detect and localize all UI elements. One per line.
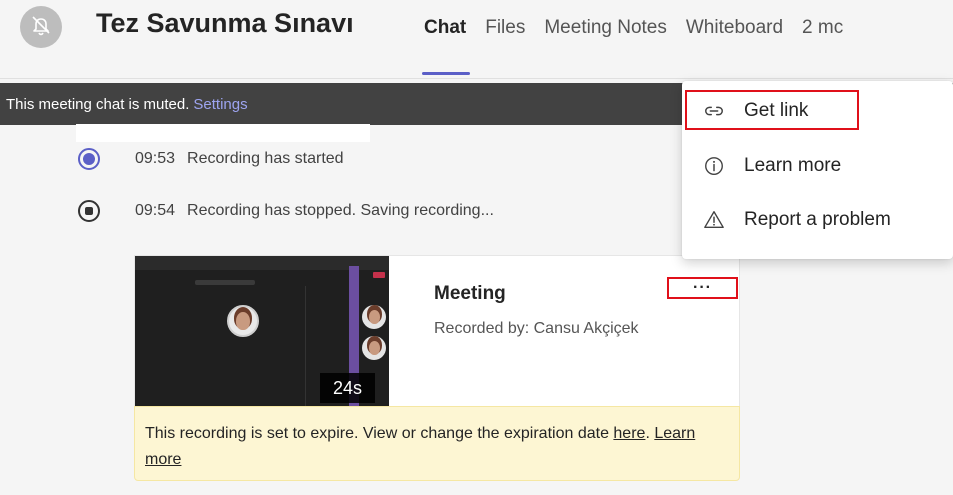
menu-item-report-problem[interactable]: Report a problem (682, 200, 953, 240)
muted-text: This meeting chat is muted. (6, 95, 190, 113)
more-options-button[interactable]: ··· (667, 277, 738, 299)
event-text: Recording has stopped. Saving recording.… (187, 202, 494, 219)
expiry-text: This recording is set to expire. View or… (145, 425, 614, 442)
bell-off-icon (29, 13, 53, 42)
thumbnail-divider (305, 286, 306, 407)
tab-whiteboard[interactable]: Whiteboard (686, 17, 783, 39)
settings-link[interactable]: Settings (193, 96, 247, 113)
tab-meeting-notes[interactable]: Meeting Notes (544, 17, 667, 39)
menu-item-label: Learn more (744, 155, 842, 176)
info-icon (702, 154, 726, 178)
participant-avatar (362, 305, 386, 329)
tab-chat[interactable]: Chat (424, 17, 466, 39)
recording-started-icon (78, 148, 100, 170)
menu-item-learn-more[interactable]: Learn more (682, 146, 953, 186)
link-icon (702, 99, 726, 123)
menu-item-label: Get link (744, 100, 809, 121)
menu-item-get-link[interactable]: Get link (682, 91, 953, 131)
thumbnail-toolbar (195, 280, 255, 285)
thumbnail-leave-button (373, 272, 385, 278)
tab-more[interactable]: 2 mc (802, 17, 843, 39)
more-icon: ··· (693, 279, 712, 296)
meeting-avatar[interactable] (20, 6, 62, 48)
event-row-stopped: 09:54 Recording has stopped. Saving reco… (78, 198, 494, 224)
tab-files[interactable]: Files (485, 17, 525, 39)
header-divider (0, 78, 953, 79)
active-tab-indicator (422, 72, 470, 75)
expiry-punct: . (645, 425, 655, 442)
participant-avatar (227, 305, 259, 337)
redaction-block (76, 124, 370, 142)
warning-icon (702, 208, 726, 232)
menu-item-label: Report a problem (744, 209, 891, 230)
here-link[interactable]: here (613, 425, 645, 442)
duration-badge: 24s (320, 373, 375, 403)
meeting-title: Tez Savunma Sınavı (96, 8, 354, 38)
expiry-banner: This recording is set to expire. View or… (134, 406, 740, 481)
participant-avatar (362, 336, 386, 360)
recorded-by: Recorded by: Cansu Akçiçek (434, 320, 639, 337)
recording-stopped-icon (78, 200, 100, 222)
tab-bar: Chat Files Meeting Notes Whiteboard 2 mc (424, 17, 862, 39)
recording-card[interactable]: 24s Meeting Recorded by: Cansu Akçiçek ·… (134, 255, 740, 407)
event-row-started: 09:53 Recording has started (78, 146, 344, 172)
event-time: 09:53 (135, 150, 176, 167)
context-menu: Get link Learn more Report a problem (682, 81, 953, 259)
meeting-header: Tez Savunma Sınavı Chat Files Meeting No… (0, 0, 953, 78)
recording-title: Meeting (434, 283, 506, 304)
recording-thumbnail[interactable]: 24s (135, 256, 389, 407)
event-time: 09:54 (135, 202, 176, 219)
event-text: Recording has started (187, 150, 344, 167)
